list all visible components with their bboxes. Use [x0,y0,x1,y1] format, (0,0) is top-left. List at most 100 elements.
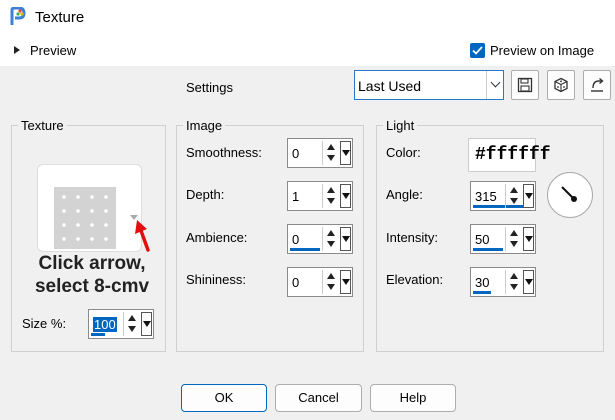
increment-icon[interactable] [327,144,335,150]
size-label: Size %: [22,316,67,331]
decrement-icon[interactable] [327,155,335,161]
angle-dial[interactable] [547,172,593,218]
window-title: Texture [35,9,85,26]
intensity-range-button[interactable] [523,227,534,251]
elevation-slider-bar[interactable] [473,291,491,294]
decrement-icon[interactable] [510,198,518,204]
texture-swatch [54,187,116,249]
caret-down-icon [342,279,350,285]
size-value[interactable]: 100 [93,317,117,332]
ambience-stepper[interactable] [322,227,338,251]
intensity-slider-bar[interactable] [473,248,503,251]
increment-icon[interactable] [327,273,335,279]
depth-stepper[interactable] [322,184,338,208]
cancel-button[interactable]: Cancel [275,384,362,412]
angle-spinbox[interactable]: 315 [470,181,536,211]
preset-dropdown[interactable]: Last Used [354,70,504,100]
caret-down-icon [525,193,533,199]
smoothness-value[interactable]: 0 [292,146,299,161]
preview-toggle[interactable]: Preview [30,43,76,58]
save-preset-button[interactable] [511,70,539,100]
smoothness-range-button[interactable] [340,141,351,165]
dice-icon [554,77,568,93]
increment-icon[interactable] [510,273,518,279]
settings-label: Settings [186,80,233,95]
intensity-value[interactable]: 50 [475,232,489,247]
title-bar: Texture [0,0,615,36]
reset-icon [591,77,604,92]
size-range-button[interactable] [141,312,152,336]
size-stepper[interactable] [123,312,139,336]
caret-down-icon [525,236,533,242]
ambience-range-button[interactable] [340,227,351,251]
angle-stepper[interactable] [505,184,521,208]
shininess-label: Shininess: [186,272,246,287]
elevation-stepper[interactable] [505,270,521,294]
decrement-icon[interactable] [510,284,518,290]
color-label: Color: [386,145,421,160]
shininess-stepper[interactable] [322,270,338,294]
chevron-down-icon[interactable] [490,77,501,88]
elevation-range-button[interactable] [523,270,534,294]
decrement-icon[interactable] [327,284,335,290]
decrement-icon[interactable] [510,241,518,247]
elevation-label: Elevation: [386,272,444,287]
smoothness-label: Smoothness: [186,145,262,160]
size-spinbox[interactable]: 100 [88,309,154,339]
checkmark-icon [472,46,483,55]
increment-icon[interactable] [128,315,136,321]
decrement-icon[interactable] [128,326,136,332]
depth-spinbox[interactable]: 1 [287,181,353,211]
increment-icon[interactable] [510,230,518,236]
ambience-slider-bar[interactable] [290,248,320,251]
light-color-value: #ffffff [475,145,551,165]
texture-group-title: Texture [18,118,67,133]
decrement-icon[interactable] [327,198,335,204]
expand-preview-icon[interactable] [14,46,20,54]
ambience-spinbox[interactable]: 0 [287,224,353,254]
elevation-spinbox[interactable]: 30 [470,267,536,297]
texture-picker[interactable] [37,164,142,252]
caret-down-icon [342,236,350,242]
ambience-value[interactable]: 0 [292,232,299,247]
elevation-value[interactable]: 30 [475,275,489,290]
depth-value[interactable]: 1 [292,189,299,204]
help-button[interactable]: Help [370,384,456,412]
preview-on-image-checkbox[interactable] [470,43,485,58]
red-arrow-icon [135,220,150,252]
preview-bar: Preview Preview on Image [0,36,615,66]
preview-on-image-label[interactable]: Preview on Image [490,43,594,58]
ok-button[interactable]: OK [181,384,267,412]
save-icon [517,77,533,93]
depth-label: Depth: [186,187,225,202]
angle-dial-needle-icon [561,186,577,202]
smoothness-stepper[interactable] [322,141,338,165]
shininess-range-button[interactable] [340,270,351,294]
intensity-spinbox[interactable]: 50 [470,224,536,254]
annotation-line-1: Click arrow, [38,253,146,274]
depth-range-button[interactable] [340,184,351,208]
size-slider-bar[interactable] [91,333,105,336]
intensity-label: Intensity: [386,230,439,245]
angle-range-button[interactable] [523,184,534,208]
light-color-swatch[interactable]: #ffffff [468,138,551,172]
reset-button[interactable] [583,70,611,100]
shininess-value[interactable]: 0 [292,275,299,290]
increment-icon[interactable] [327,230,335,236]
ambience-label: Ambience: [186,230,248,245]
decrement-icon[interactable] [327,241,335,247]
image-group-title: Image [183,118,226,133]
caret-down-icon [342,193,350,199]
caret-down-icon [342,150,350,156]
intensity-stepper[interactable] [505,227,521,251]
randomize-button[interactable] [547,70,575,100]
increment-icon[interactable] [510,187,518,193]
preset-value: Last Used [358,78,422,94]
app-icon [10,7,26,25]
light-group-title: Light [383,118,418,133]
increment-icon[interactable] [327,187,335,193]
smoothness-spinbox[interactable]: 0 [287,138,353,168]
shininess-spinbox[interactable]: 0 [287,267,353,297]
angle-value[interactable]: 315 [475,189,497,204]
caret-down-icon [525,279,533,285]
